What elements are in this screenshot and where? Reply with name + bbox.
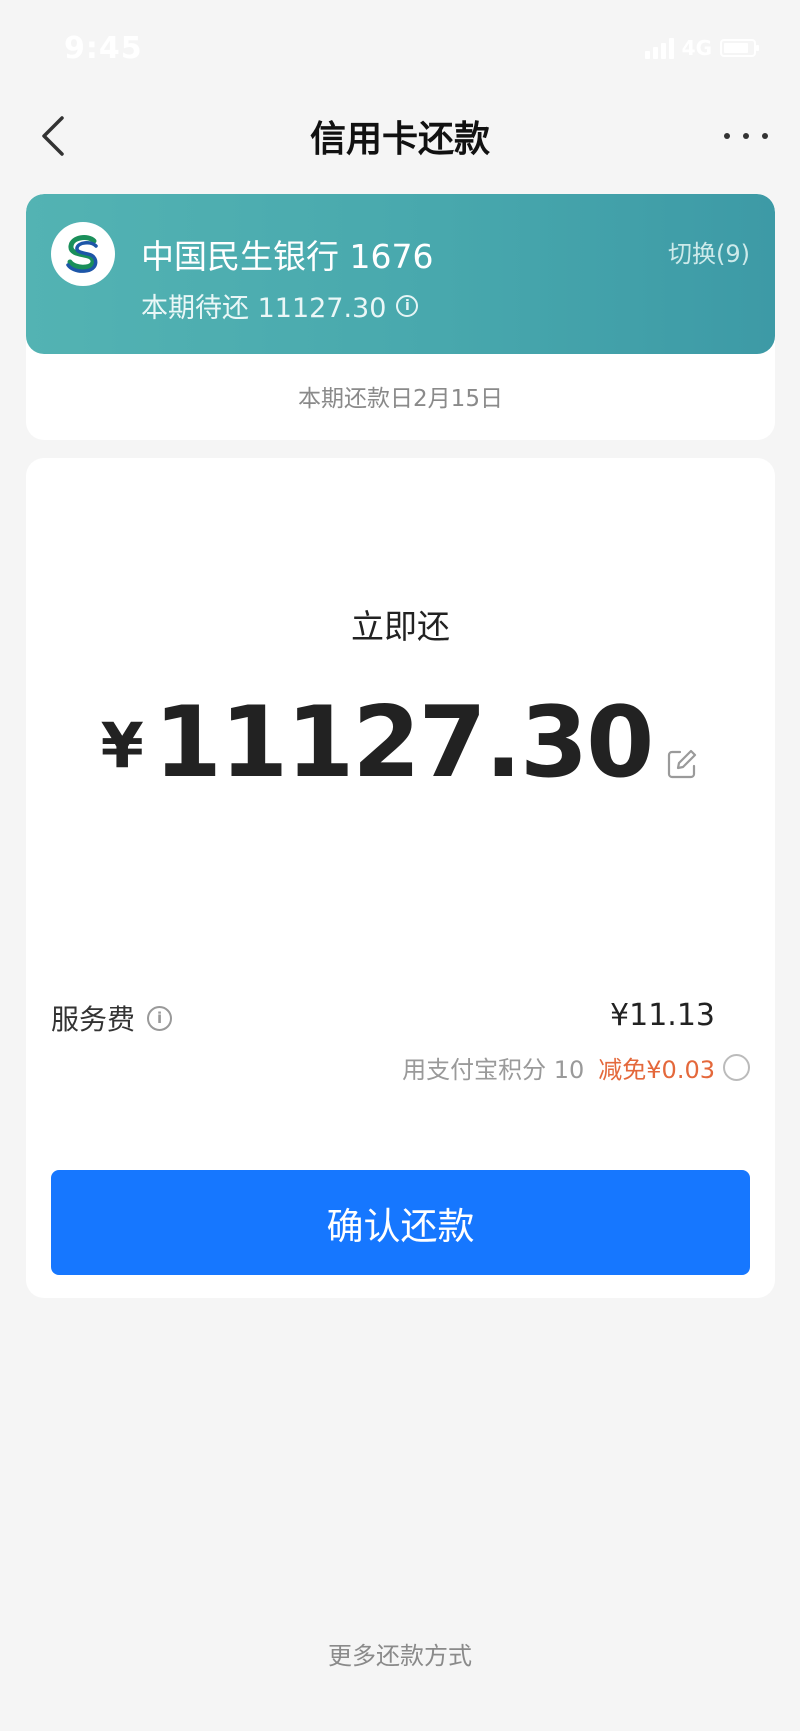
due-amount-row: 本期待还 11127.30 i <box>141 286 419 325</box>
status-time: 9:45 <box>64 30 143 66</box>
edit-icon[interactable] <box>664 746 700 782</box>
more-dot-icon <box>724 133 730 139</box>
more-options-button[interactable] <box>724 118 768 154</box>
status-bar: 9:45 4G <box>0 0 800 96</box>
bank-logo-icon <box>51 222 115 286</box>
info-icon[interactable]: i <box>147 1005 173 1031</box>
repay-amount: 11127.30 <box>153 686 655 800</box>
amount-row: ¥ 11127.30 <box>26 688 775 798</box>
points-text: 用支付宝积分 10 <box>402 1056 585 1084</box>
confirm-repay-button[interactable]: 确认还款 <box>51 1170 750 1275</box>
battery-icon <box>720 39 759 57</box>
nav-bar: 信用卡还款 <box>0 96 800 176</box>
status-indicators: 4G <box>644 36 759 60</box>
points-radio[interactable] <box>723 1054 750 1081</box>
discount-text: 减免¥0.03 <box>598 1056 715 1084</box>
card-section: 中国民生银行 1676 本期待还 11127.30 i 切换(9) 本期还款日2… <box>26 194 775 440</box>
service-fee-label-row: 服务费 i <box>51 998 173 1038</box>
due-date-text: 本期还款日2月15日 <box>298 386 503 412</box>
more-repay-methods-link[interactable]: 更多还款方式 <box>0 1636 800 1671</box>
more-dot-icon <box>743 133 749 139</box>
repay-now-label: 立即还 <box>351 607 450 646</box>
more-dot-icon <box>762 133 768 139</box>
currency-symbol: ¥ <box>100 709 144 782</box>
credit-card-repayment-page: 9:45 4G 信用卡还款 中国民生银行 1676 本期待还 11127.30 … <box>0 0 800 1731</box>
service-fee-value: ¥11.13 <box>610 998 715 1033</box>
repayment-panel: 立即还 ¥ 11127.30 服务费 i ¥11.13 用支付宝积分 10 减免… <box>26 458 775 1298</box>
signal-icon <box>644 37 674 59</box>
points-discount-row[interactable]: 用支付宝积分 10 减免¥0.03 <box>402 1050 750 1085</box>
card-header: 中国民生银行 1676 本期待还 11127.30 i 切换(9) <box>26 194 775 354</box>
info-icon[interactable]: i <box>396 294 419 317</box>
switch-card-link[interactable]: 切换(9) <box>668 234 750 269</box>
chevron-left-icon <box>42 116 64 156</box>
service-fee-label: 服务费 <box>51 1003 136 1036</box>
back-button[interactable] <box>30 110 82 162</box>
network-type: 4G <box>681 36 712 60</box>
bank-name: 中国民生银行 1676 <box>141 237 434 276</box>
due-amount-text: 本期待还 11127.30 <box>141 293 387 324</box>
page-title: 信用卡还款 <box>309 119 490 160</box>
